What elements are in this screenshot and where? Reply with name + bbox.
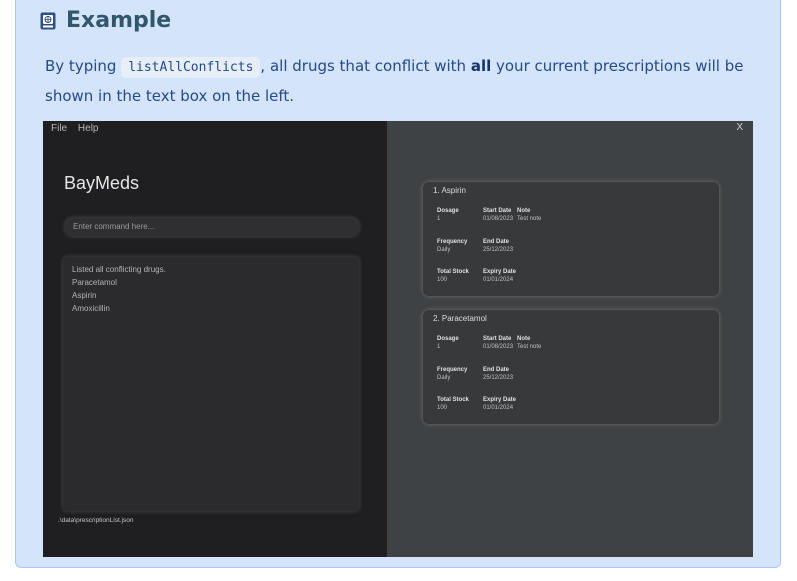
callout-text: By typing listAllConflicts, all drugs th… — [45, 52, 765, 110]
app-title: BayMeds — [64, 173, 140, 193]
field-value: Daily — [437, 247, 451, 253]
result-line: Aspirin — [72, 291, 97, 300]
card-title: 2. Paracetamol — [433, 314, 487, 323]
total-stock-field: Total Stock 100 — [437, 396, 469, 412]
field-label: Expiry Date — [483, 269, 517, 275]
note-field: Note Test note — [517, 335, 541, 351]
field-label: Start Date — [483, 208, 512, 214]
prescription-card[interactable]: 1. Aspirin Dosage 1 Start Date 01/08/202… — [423, 182, 719, 296]
callout-text-bold: all — [470, 57, 492, 75]
field-value: 01/08/2023 — [483, 216, 514, 222]
status-bar-path: .\data\prescriptionList.json — [58, 517, 134, 524]
command-code: listAllConflicts — [121, 57, 261, 78]
menu-file[interactable]: File — [51, 123, 67, 134]
field-label: Dosage — [437, 208, 459, 214]
frequency-field: Frequency Daily — [437, 366, 467, 382]
end-date-field: End Date 25/12/2023 — [483, 238, 513, 254]
result-line: Paracetamol — [72, 278, 117, 287]
close-button[interactable]: X — [736, 122, 743, 133]
book-icon — [40, 12, 56, 29]
command-input[interactable]: Enter command here... — [65, 218, 359, 236]
field-value: 01/08/2023 — [483, 344, 514, 350]
field-value: 01/01/2024 — [483, 405, 514, 411]
note-field: Note Test note — [517, 207, 541, 223]
field-value: 1 — [437, 216, 441, 222]
field-label: Dosage — [437, 336, 459, 342]
dosage-field: Dosage 1 — [437, 207, 459, 223]
expiry-date-field: Expiry Date 01/01/2024 — [483, 396, 516, 412]
field-label: Frequency — [437, 367, 468, 373]
card-title: 1. Aspirin — [433, 186, 466, 195]
callout-text-before: By typing — [45, 57, 122, 75]
field-value: Daily — [437, 375, 451, 381]
field-label: Note — [517, 336, 531, 342]
field-label: Start Date — [483, 336, 512, 342]
field-value: Test note — [517, 216, 542, 222]
callout-text-middle: , all drugs that conflict with — [260, 57, 471, 75]
frequency-field: Frequency Daily — [437, 238, 467, 254]
end-date-field: End Date 25/12/2023 — [483, 366, 513, 382]
field-value: 25/12/2023 — [483, 247, 514, 253]
field-label: End Date — [483, 239, 510, 245]
start-date-field: Start Date 01/08/2023 — [483, 207, 513, 223]
field-label: Note — [517, 208, 531, 214]
field-label: Frequency — [437, 239, 468, 245]
field-label: Total Stock — [437, 397, 469, 403]
menu-help[interactable]: Help — [78, 123, 99, 134]
field-label: Expiry Date — [483, 397, 517, 403]
total-stock-field: Total Stock 100 — [437, 268, 469, 284]
prescription-card[interactable]: 2. Paracetamol Dosage 1 Start Date 01/08… — [423, 310, 719, 424]
expiry-date-field: Expiry Date 01/01/2024 — [483, 268, 516, 284]
field-value: Test note — [517, 344, 542, 350]
app-screenshot: File Help BayMeds Enter command here... … — [43, 121, 753, 557]
callout-title: Example — [66, 8, 172, 33]
field-value: 100 — [437, 277, 448, 283]
field-value: 100 — [437, 405, 448, 411]
field-label: Total Stock — [437, 269, 469, 275]
menu-bar: File Help — [51, 123, 106, 134]
result-line: Amoxicillin — [72, 304, 110, 313]
dosage-field: Dosage 1 — [437, 335, 459, 351]
callout-header: Example — [40, 8, 171, 33]
field-value: 01/01/2024 — [483, 277, 514, 283]
field-value: 1 — [437, 344, 441, 350]
result-line: Listed all conflicting drugs. — [72, 265, 166, 274]
left-pane: File Help BayMeds Enter command here... … — [43, 121, 387, 557]
result-display: Listed all conflicting drugs. Paracetamo… — [63, 257, 359, 511]
start-date-field: Start Date 01/08/2023 — [483, 335, 513, 351]
field-value: 25/12/2023 — [483, 375, 514, 381]
field-label: End Date — [483, 367, 510, 373]
